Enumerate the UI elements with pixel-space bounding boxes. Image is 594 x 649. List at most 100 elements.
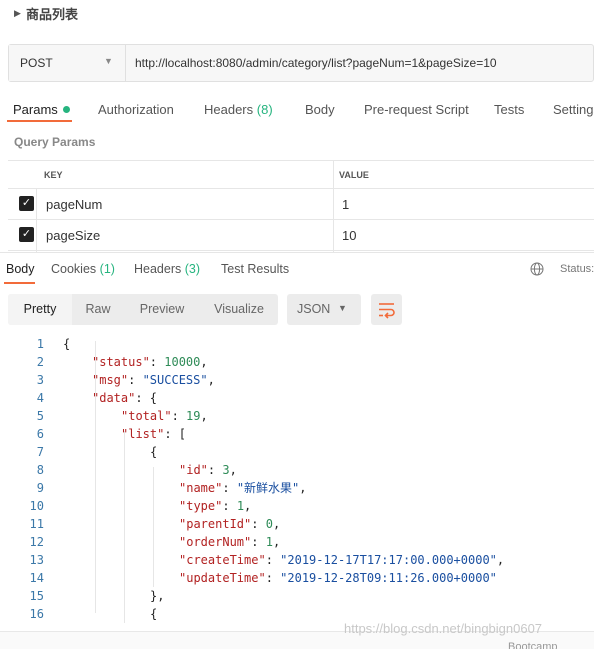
code-text: "list": [ — [121, 427, 187, 441]
code-text: "type": 1, — [179, 499, 252, 513]
code-text: { — [63, 337, 71, 351]
tab-cookies[interactable]: Cookies (1) — [51, 262, 115, 276]
tab-body[interactable]: Body — [305, 102, 335, 117]
active-tab-underline — [7, 120, 72, 122]
code-text: "total": 19, — [121, 409, 208, 423]
method-label: POST — [20, 56, 53, 70]
table-header: KEY VALUE — [8, 160, 594, 189]
chevron-down-icon: ▼ — [338, 303, 347, 313]
tab-headers[interactable]: Headers (8) — [204, 102, 273, 117]
params-active-dot-icon — [62, 106, 70, 113]
code-line: 7{ — [0, 443, 594, 461]
line-number: 2 — [36, 355, 44, 369]
column-key: KEY — [44, 170, 63, 180]
table-row: ✓ pageSize 10 — [8, 220, 594, 251]
globe-icon[interactable] — [530, 262, 544, 276]
code-line: 11 "parentId": 0, — [0, 515, 594, 533]
code-line: 6 "list": [ — [0, 425, 594, 443]
code-text: { — [150, 445, 158, 459]
tab-pre-request-script[interactable]: Pre-request Script — [364, 102, 469, 117]
request-tabs: Params Authorization Headers (8) Body Pr… — [0, 96, 594, 124]
param-value[interactable]: 1 — [342, 197, 349, 212]
line-number: 14 — [29, 571, 44, 585]
code-line: 13 "createTime": "2019-12-17T17:17:00.000… — [0, 551, 594, 569]
row-checkbox[interactable]: ✓ — [19, 196, 34, 211]
code-text: "id": 3, — [179, 463, 237, 477]
response-tabs: Body Cookies (1) Headers (3) Test Result… — [0, 252, 594, 284]
line-number: 8 — [36, 463, 44, 477]
code-text: { — [150, 607, 158, 621]
param-key[interactable]: pageSize — [46, 228, 100, 243]
tab-response-body[interactable]: Body — [6, 262, 35, 276]
code-text: "data": { — [92, 391, 158, 405]
code-text: "msg": "SUCCESS", — [92, 373, 215, 387]
collapse-caret-icon[interactable]: ▶ — [14, 8, 21, 19]
view-preview-button[interactable]: Preview — [124, 294, 200, 325]
request-name[interactable]: 商品列表 — [26, 4, 78, 23]
param-value[interactable]: 10 — [342, 228, 356, 243]
line-number: 7 — [36, 445, 44, 459]
tab-authorization[interactable]: Authorization — [98, 102, 174, 117]
method-select[interactable]: POST ▼ — [9, 45, 126, 81]
line-number: 10 — [29, 499, 44, 513]
line-number: 3 — [36, 373, 44, 387]
chevron-down-icon: ▼ — [104, 56, 113, 66]
query-params-title: Query Params — [14, 135, 96, 149]
active-tab-underline — [4, 282, 35, 284]
code-line: 2 "status": 10000, — [0, 353, 594, 371]
line-number: 5 — [36, 409, 44, 423]
checkbox-divider — [36, 189, 37, 252]
code-line: 8 "id": 3, — [0, 461, 594, 479]
code-text: "updateTime": "2019-12-28T09:11:26.000+0… — [179, 571, 497, 585]
code-text: "createTime": "2019-12-17T17:17:00.000+0… — [179, 553, 505, 567]
format-label: JSON — [297, 302, 331, 316]
footer-app-label[interactable]: Bootcamp — [508, 641, 558, 649]
code-text: "name": "新鲜水果", — [179, 481, 307, 495]
tab-tests[interactable]: Tests — [494, 102, 524, 117]
line-number: 6 — [36, 427, 44, 441]
row-checkbox[interactable]: ✓ — [19, 227, 34, 242]
response-json-viewer[interactable]: 1{2 "status": 10000, 3 "msg": "SUCCESS", 4 "d… — [0, 335, 594, 623]
view-mode-group: Pretty Raw Preview Visualize — [8, 294, 278, 325]
wrap-lines-button[interactable] — [371, 294, 402, 325]
column-divider — [333, 160, 334, 252]
line-number: 11 — [29, 517, 44, 531]
code-line: 12 "orderNum": 1, — [0, 533, 594, 551]
code-line: 14 "updateTime": "2019-12-28T09:11:26.000… — [0, 569, 594, 587]
wrap-lines-icon — [379, 303, 395, 319]
view-pretty-button[interactable]: Pretty — [8, 294, 72, 325]
line-number: 15 — [29, 589, 44, 603]
code-text: }, — [150, 589, 165, 603]
code-line: 10 "type": 1, — [0, 497, 594, 515]
code-line: 3 "msg": "SUCCESS", — [0, 371, 594, 389]
line-number: 9 — [36, 481, 44, 495]
code-line: 5 "total": 19, — [0, 407, 594, 425]
column-value: VALUE — [339, 170, 369, 180]
params-table: KEY VALUE ✓ pageNum 1 ✓ pageSize 10 — [8, 160, 594, 252]
view-visualize-button[interactable]: Visualize — [200, 294, 278, 325]
line-number: 12 — [29, 535, 44, 549]
code-text: "parentId": 0, — [179, 517, 281, 531]
tab-settings[interactable]: Settings — [553, 102, 594, 117]
tab-test-results[interactable]: Test Results — [221, 262, 289, 276]
url-input[interactable]: http://localhost:8080/admin/category/lis… — [135, 56, 497, 70]
view-raw-button[interactable]: Raw — [72, 294, 124, 325]
code-line: 15}, — [0, 587, 594, 605]
code-line: 4 "data": { — [0, 389, 594, 407]
code-line: 1{ — [0, 335, 594, 353]
tab-response-headers[interactable]: Headers (3) — [134, 262, 200, 276]
code-text: "status": 10000, — [92, 355, 208, 369]
table-row: ✓ pageNum 1 — [8, 189, 594, 220]
line-number: 4 — [36, 391, 44, 405]
line-number: 13 — [29, 553, 44, 567]
tab-params[interactable]: Params — [13, 102, 70, 117]
line-number: 1 — [36, 337, 44, 351]
code-text: "orderNum": 1, — [179, 535, 281, 549]
line-number: 16 — [29, 607, 44, 621]
watermark-text: https://blog.csdn.net/bingbign0607 — [344, 621, 543, 636]
request-header: ▶ 商品列表 — [0, 0, 594, 28]
format-select[interactable]: JSON ▼ — [287, 294, 361, 325]
param-key[interactable]: pageNum — [46, 197, 102, 212]
status-label: Status: — [560, 263, 594, 275]
url-bar: POST ▼ http://localhost:8080/admin/categ… — [8, 44, 594, 82]
